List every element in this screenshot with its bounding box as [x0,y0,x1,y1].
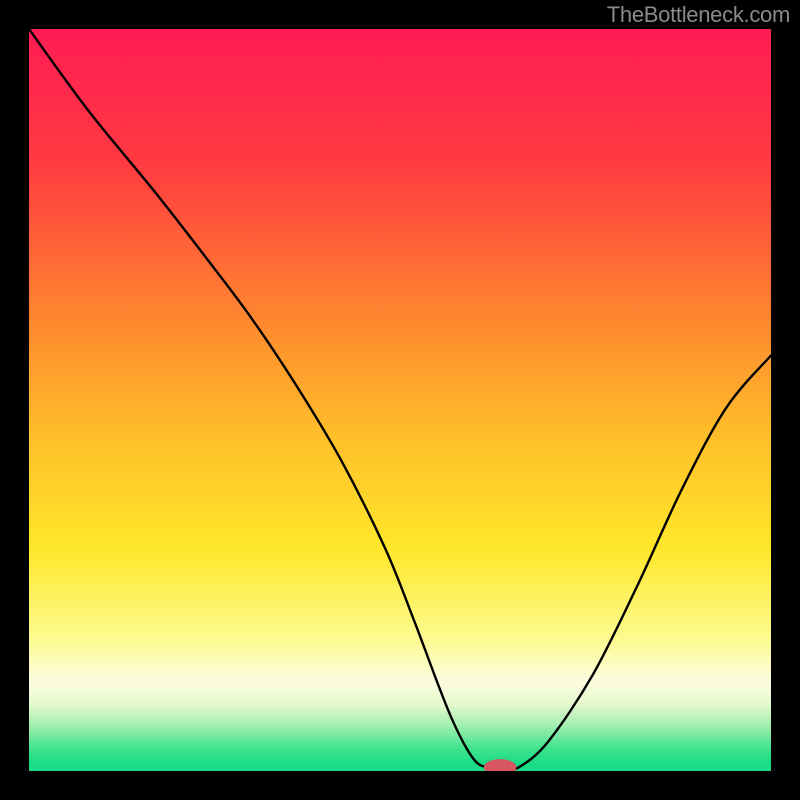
attribution-text: TheBottleneck.com [607,2,790,28]
chart-background [29,29,771,771]
bottleneck-chart [29,29,771,771]
plot-area [29,29,771,771]
